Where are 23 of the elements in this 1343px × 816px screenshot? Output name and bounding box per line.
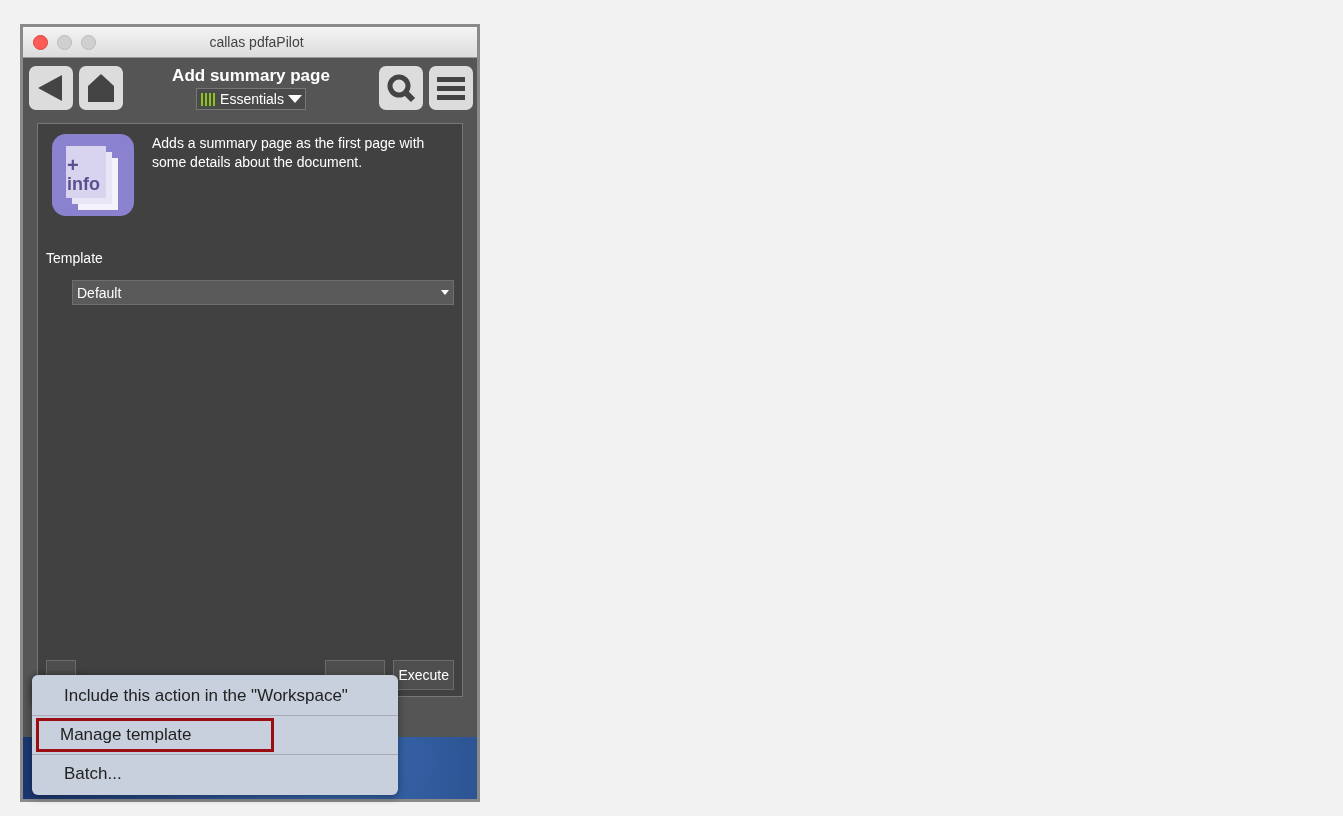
caret-icon <box>287 94 302 104</box>
template-dropdown[interactable]: Default <box>72 280 454 305</box>
caret-icon <box>441 290 449 295</box>
action-title: Add summary page <box>172 66 330 86</box>
menu-icon <box>435 74 467 102</box>
action-button[interactable]: Execute <box>393 660 454 690</box>
house-icon <box>86 72 116 104</box>
profile-dropdown[interactable]: Essentials <box>196 88 306 110</box>
template-label: Template <box>46 250 104 266</box>
search-icon <box>385 72 417 104</box>
back-button[interactable] <box>29 66 73 110</box>
home-button[interactable] <box>79 66 123 110</box>
window-title: callas pdfaPilot <box>208 34 305 50</box>
menu-item[interactable]: Manage template <box>36 718 274 752</box>
menu-item[interactable]: Batch... <box>36 757 394 791</box>
action-description: Adds a summary page as the first page with some details about the document. <box>152 134 426 172</box>
close-button[interactable] <box>33 34 48 50</box>
bars-icon <box>200 91 217 107</box>
menu-item[interactable]: Include this action in the "Workspace" <box>36 679 394 713</box>
menu-button[interactable] <box>429 66 473 110</box>
icon-label: info <box>67 174 100 194</box>
search-button[interactable] <box>379 66 423 110</box>
icon-label: + <box>67 154 79 176</box>
